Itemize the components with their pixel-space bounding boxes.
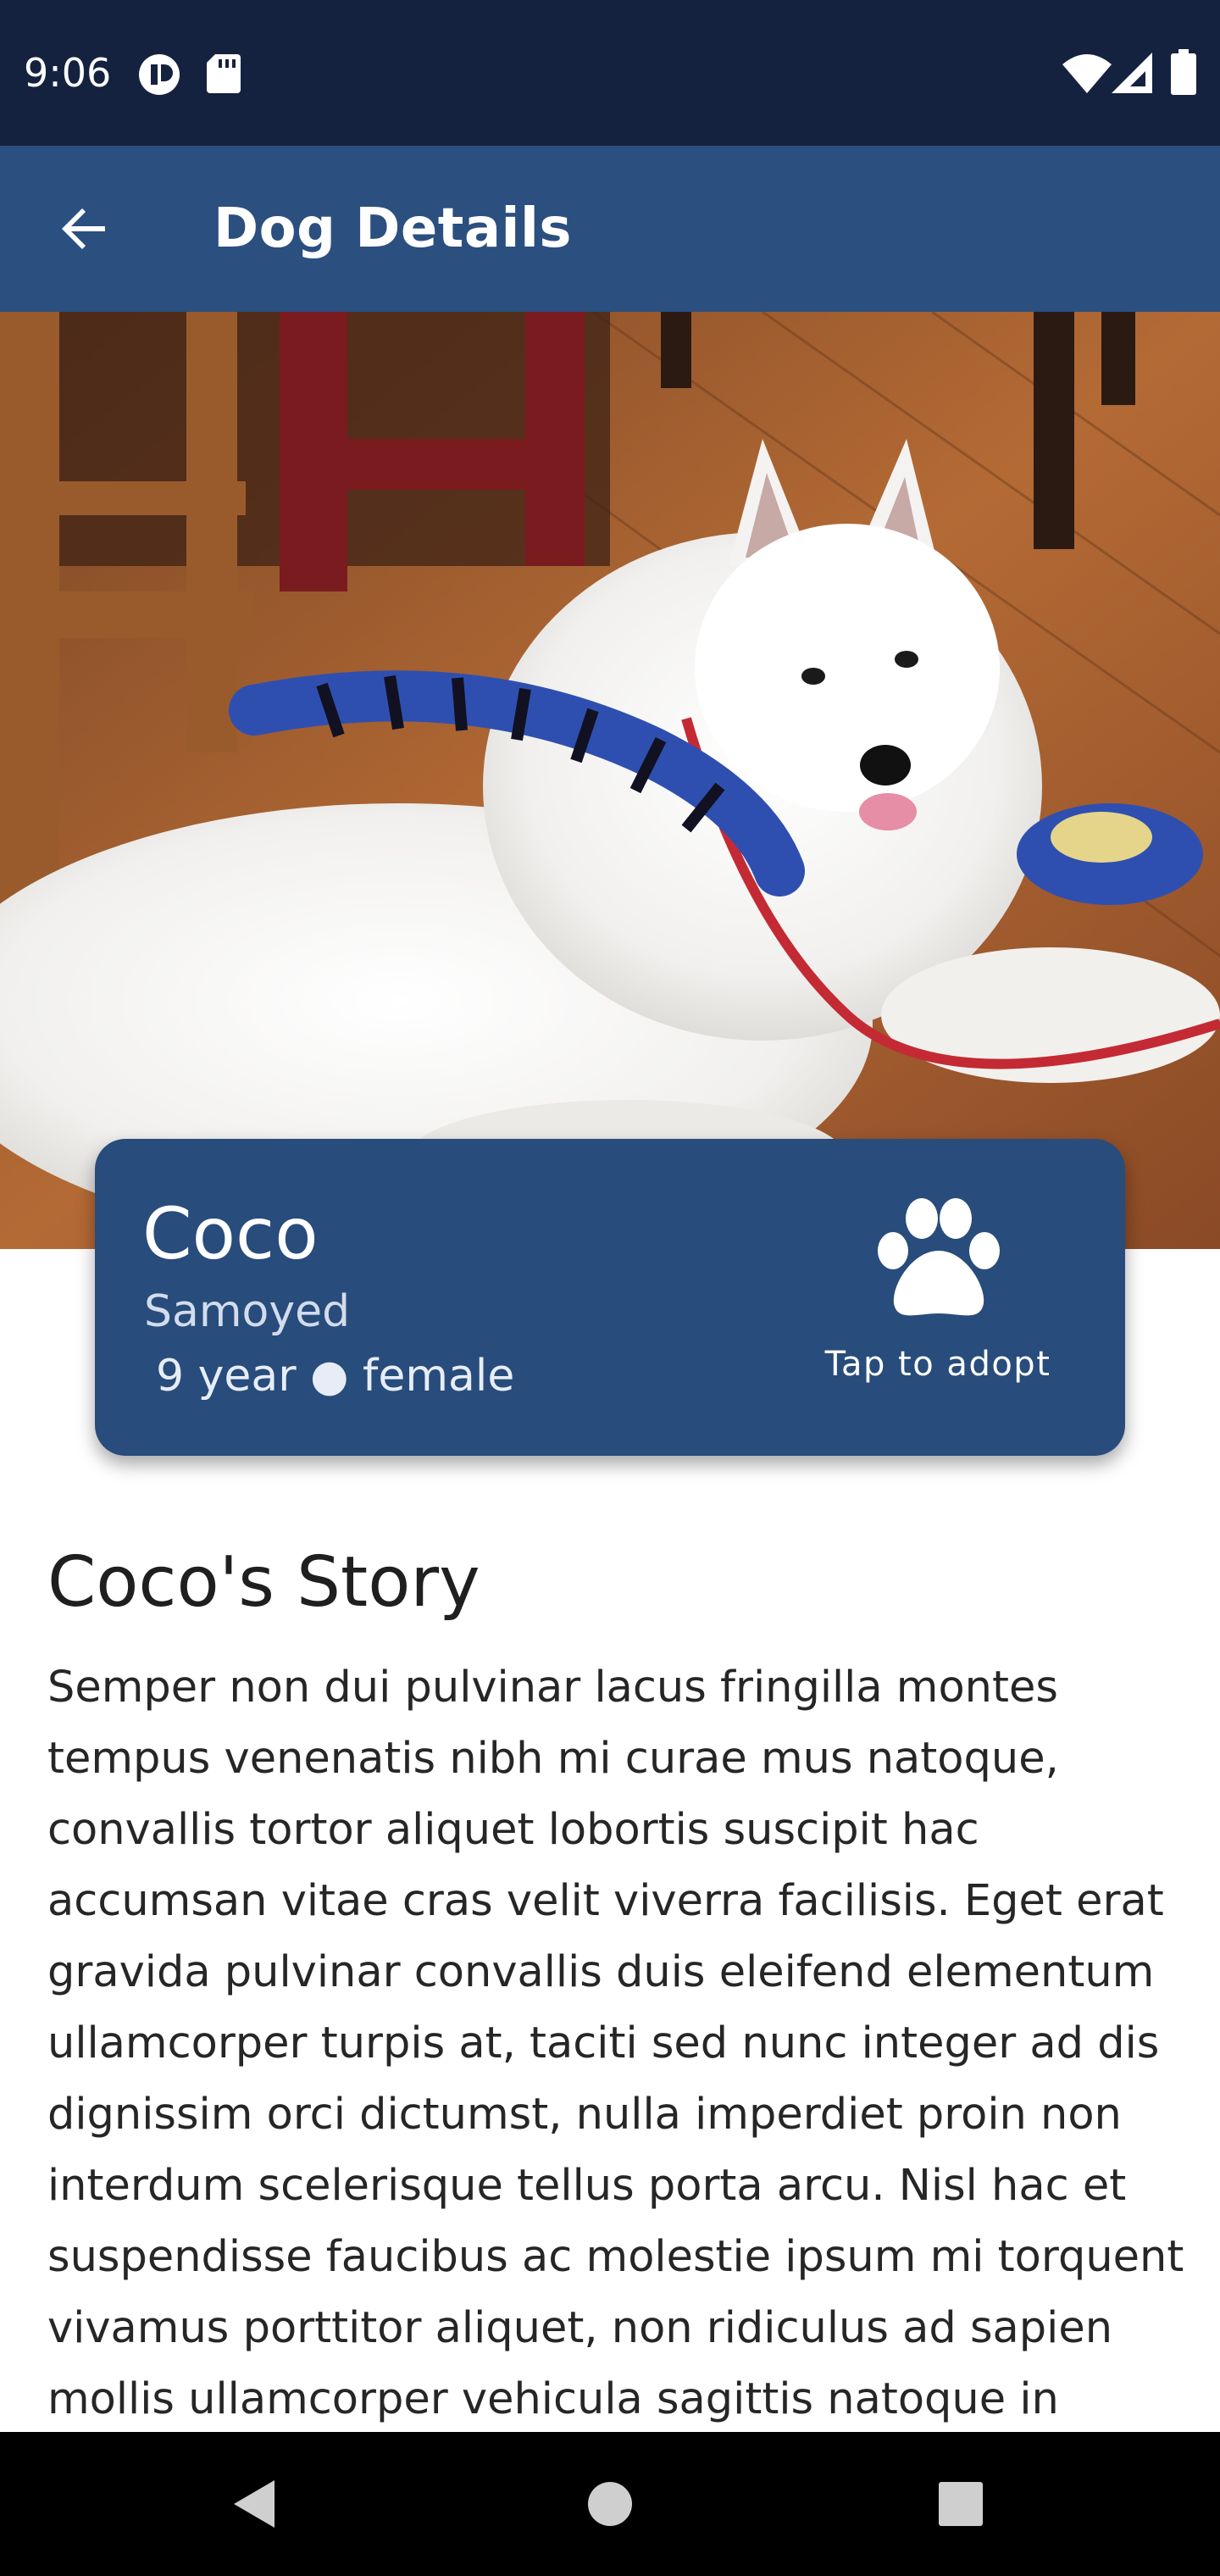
dog-age-gender: 9 year ● female: [156, 1351, 515, 1402]
wifi-icon: [1062, 53, 1112, 97]
arrow-back-icon: [62, 208, 105, 249]
story-text: Semper non dui pulvinar lacus fringilla …: [47, 1652, 1184, 2435]
nav-home-button[interactable]: [559, 2453, 661, 2555]
story-line: accumsan vitae cras velit viverra facili…: [47, 1876, 1164, 1926]
battery-icon: [1171, 49, 1196, 99]
notification-icon: [137, 53, 181, 101]
dog-photo: [0, 312, 1220, 1249]
paw-icon: [878, 1198, 1000, 1316]
story-line: gravida pulvinar convallis duis eleifend…: [47, 1947, 1155, 1997]
story-line: dignissim orci dictumst, nulla imperdiet…: [47, 2090, 1122, 2140]
dog-info-card: Coco Samoyed 9 year ● female Tap to adop…: [95, 1139, 1125, 1456]
story-line: suspendisse faucibus ac molestie ipsum m…: [47, 2232, 1184, 2282]
cellular-signal-icon: [1112, 53, 1152, 97]
sd-card-icon: [207, 54, 241, 97]
nav-home-icon: [588, 2482, 632, 2526]
status-bar: 9:06: [0, 0, 1220, 146]
nav-recents-icon: [939, 2482, 983, 2526]
system-nav-bar: [0, 2432, 1220, 2576]
story-line: ullamcorper turpis at, taciti sed nunc i…: [47, 2018, 1160, 2068]
page-title: Dog Details: [214, 197, 572, 260]
back-button[interactable]: [41, 185, 129, 273]
nav-back-button[interactable]: [203, 2453, 305, 2555]
story-line: interdum scelerisque tellus porta arcu. …: [47, 2161, 1127, 2211]
adopt-label: Tap to adopt: [824, 1345, 1051, 1384]
story-line: Semper non dui pulvinar lacus fringilla …: [47, 1663, 1058, 1713]
story-title: Coco's Story: [47, 1542, 480, 1623]
story-line: tempus venenatis nibh mi curae mus natoq…: [47, 1734, 1059, 1784]
dog-name: Coco: [142, 1192, 319, 1275]
adopt-button[interactable]: Tap to adopt: [790, 1198, 1086, 1402]
dog-breed: Samoyed: [144, 1286, 351, 1337]
nav-recents-button[interactable]: [910, 2453, 1012, 2555]
story-line: convallis tortor aliquet lobortis suscip…: [47, 1805, 979, 1855]
story-line: vivamus porttitor aliquet, non ridiculus…: [47, 2303, 1113, 2353]
app-bar: Dog Details: [0, 146, 1220, 312]
story-line: mollis ullamcorper vehicula sagittis nat…: [47, 2374, 1059, 2424]
nav-back-icon: [234, 2480, 274, 2528]
status-time: 9:06: [24, 50, 112, 96]
